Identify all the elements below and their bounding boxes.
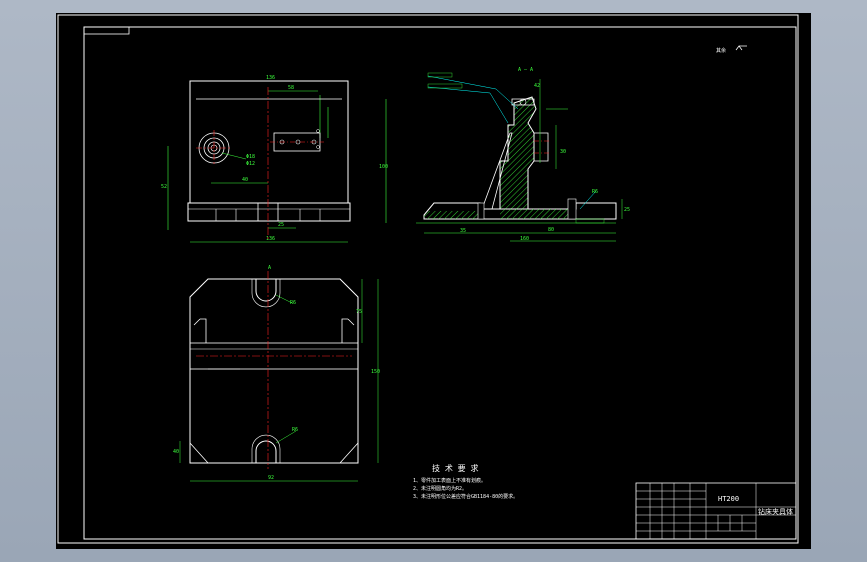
svg-text:25: 25	[278, 222, 284, 228]
tech-requirements: 技 术 要 求 1、零件加工表面上不准有划痕。 2、未注明圆角均为R2。 3、未…	[413, 463, 518, 500]
svg-text:52: 52	[161, 184, 167, 190]
view-label: A	[268, 265, 271, 271]
svg-text:58: 58	[288, 85, 294, 91]
tech-requirement-item: 2、未注明圆角均为R2。	[413, 485, 467, 492]
top-view: A 92 150 75 40 R6 R6	[173, 265, 380, 482]
svg-text:136: 136	[266, 75, 275, 81]
svg-text:35: 35	[460, 228, 466, 234]
tech-requirements-title: 技 术 要 求	[432, 463, 478, 473]
title-block-drawing-name: 钻床夹具体	[758, 507, 793, 516]
svg-text:R6: R6	[290, 300, 296, 306]
svg-text:40: 40	[242, 177, 248, 183]
tech-requirement-item: 1、零件加工表面上不准有划痕。	[413, 477, 486, 484]
svg-text:R6: R6	[292, 427, 298, 433]
section-label: A — A	[518, 67, 533, 73]
svg-text:30: 30	[560, 149, 566, 155]
front-view: 136 58 136 52 100 25 40 Φ18 Φ12	[161, 75, 388, 243]
tech-requirement-item: 3、未注明形位公差应符合GB1184-80的要求。	[413, 493, 518, 500]
svg-text:80: 80	[548, 227, 554, 233]
svg-text:160: 160	[520, 236, 529, 242]
svg-text:92: 92	[268, 475, 274, 481]
section-view: A — A 160 80 25 42 30 35 R6	[416, 67, 630, 242]
drawing-code-box	[83, 26, 130, 35]
cad-viewport[interactable]: 其余 136 58 136 52 100 25 40 Φ18 Φ12 A — A…	[56, 13, 811, 549]
title-block: HT200 钻床夹具体	[635, 482, 797, 540]
svg-text:136: 136	[266, 236, 275, 242]
drawing-outer-frame	[57, 14, 799, 544]
svg-text:25: 25	[624, 207, 630, 213]
svg-text:150: 150	[371, 369, 380, 375]
cad-drawing: 其余 136 58 136 52 100 25 40 Φ18 Φ12 A — A…	[57, 14, 799, 544]
drawing-inner-frame	[83, 26, 797, 540]
svg-text:40: 40	[173, 449, 179, 455]
svg-text:100: 100	[379, 164, 388, 170]
title-block-part-number: HT200	[718, 495, 739, 503]
roughness-symbol	[735, 45, 747, 51]
svg-text:75: 75	[356, 309, 362, 315]
roughness-note: 其余	[716, 47, 726, 54]
svg-text:42: 42	[534, 83, 540, 89]
svg-text:Φ12: Φ12	[246, 161, 255, 167]
svg-text:Φ18: Φ18	[246, 154, 255, 160]
svg-text:R6: R6	[592, 189, 598, 195]
